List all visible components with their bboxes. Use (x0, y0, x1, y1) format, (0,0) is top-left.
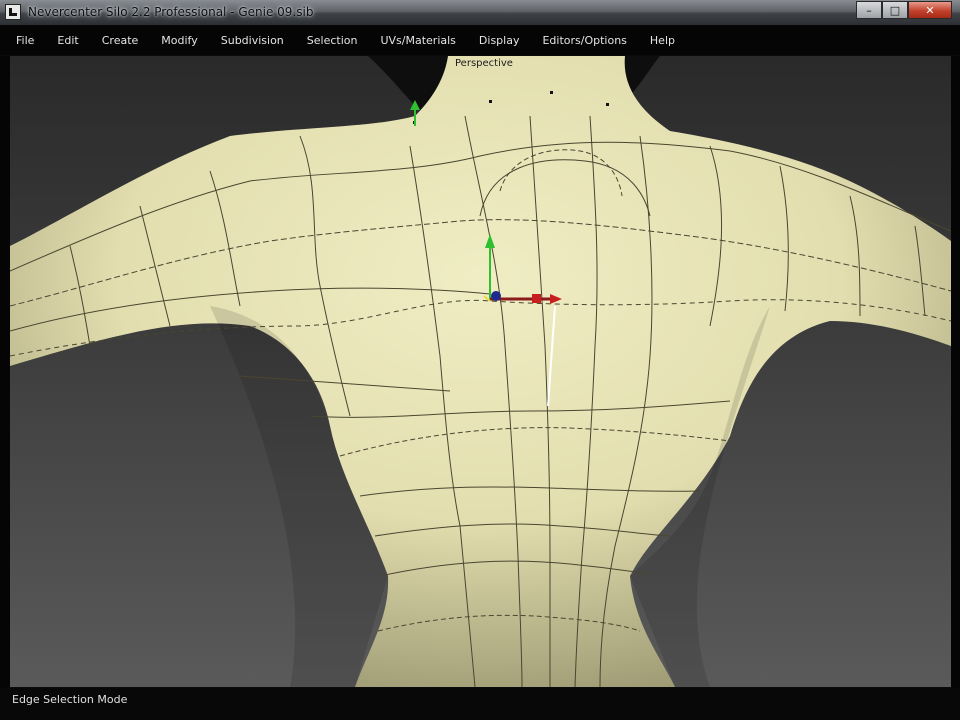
minimize-icon: – (866, 3, 872, 17)
menu-display[interactable]: Display (475, 31, 524, 50)
menu-bar: File Edit Create Modify Subdivision Sele… (0, 25, 960, 55)
close-button[interactable]: ✕ (908, 1, 952, 19)
3d-viewport[interactable]: Perspective (10, 56, 951, 687)
maximize-icon: □ (889, 3, 901, 17)
gizmo-z-handle[interactable] (491, 291, 501, 301)
menu-create[interactable]: Create (98, 31, 143, 50)
menu-edit[interactable]: Edit (53, 31, 82, 50)
close-icon: ✕ (925, 3, 935, 17)
viewport-scene[interactable] (10, 56, 951, 687)
window-controls: – □ ✕ (856, 1, 952, 20)
window-title: Nevercenter Silo 2.2 Professional - Geni… (28, 5, 314, 19)
app-icon[interactable] (5, 4, 21, 20)
menu-subdivision[interactable]: Subdivision (217, 31, 288, 50)
status-bar: Edge Selection Mode (0, 688, 960, 720)
menu-selection[interactable]: Selection (303, 31, 362, 50)
menu-editors-options[interactable]: Editors/Options (538, 31, 630, 50)
menu-modify[interactable]: Modify (157, 31, 201, 50)
menu-file[interactable]: File (12, 31, 38, 50)
viewport-label[interactable]: Perspective (455, 58, 513, 69)
selection-mode-status: Edge Selection Mode (12, 693, 128, 706)
menu-uvs-materials[interactable]: UVs/Materials (376, 31, 459, 50)
maximize-button[interactable]: □ (882, 1, 908, 19)
minimize-button[interactable]: – (856, 1, 882, 19)
menu-help[interactable]: Help (646, 31, 679, 50)
window-border-left (0, 56, 10, 688)
gizmo-x-scale-handle[interactable] (532, 294, 541, 303)
torso-mesh[interactable] (10, 56, 951, 687)
window-border-right (951, 56, 960, 688)
title-bar: Nevercenter Silo 2.2 Professional - Geni… (0, 0, 960, 26)
